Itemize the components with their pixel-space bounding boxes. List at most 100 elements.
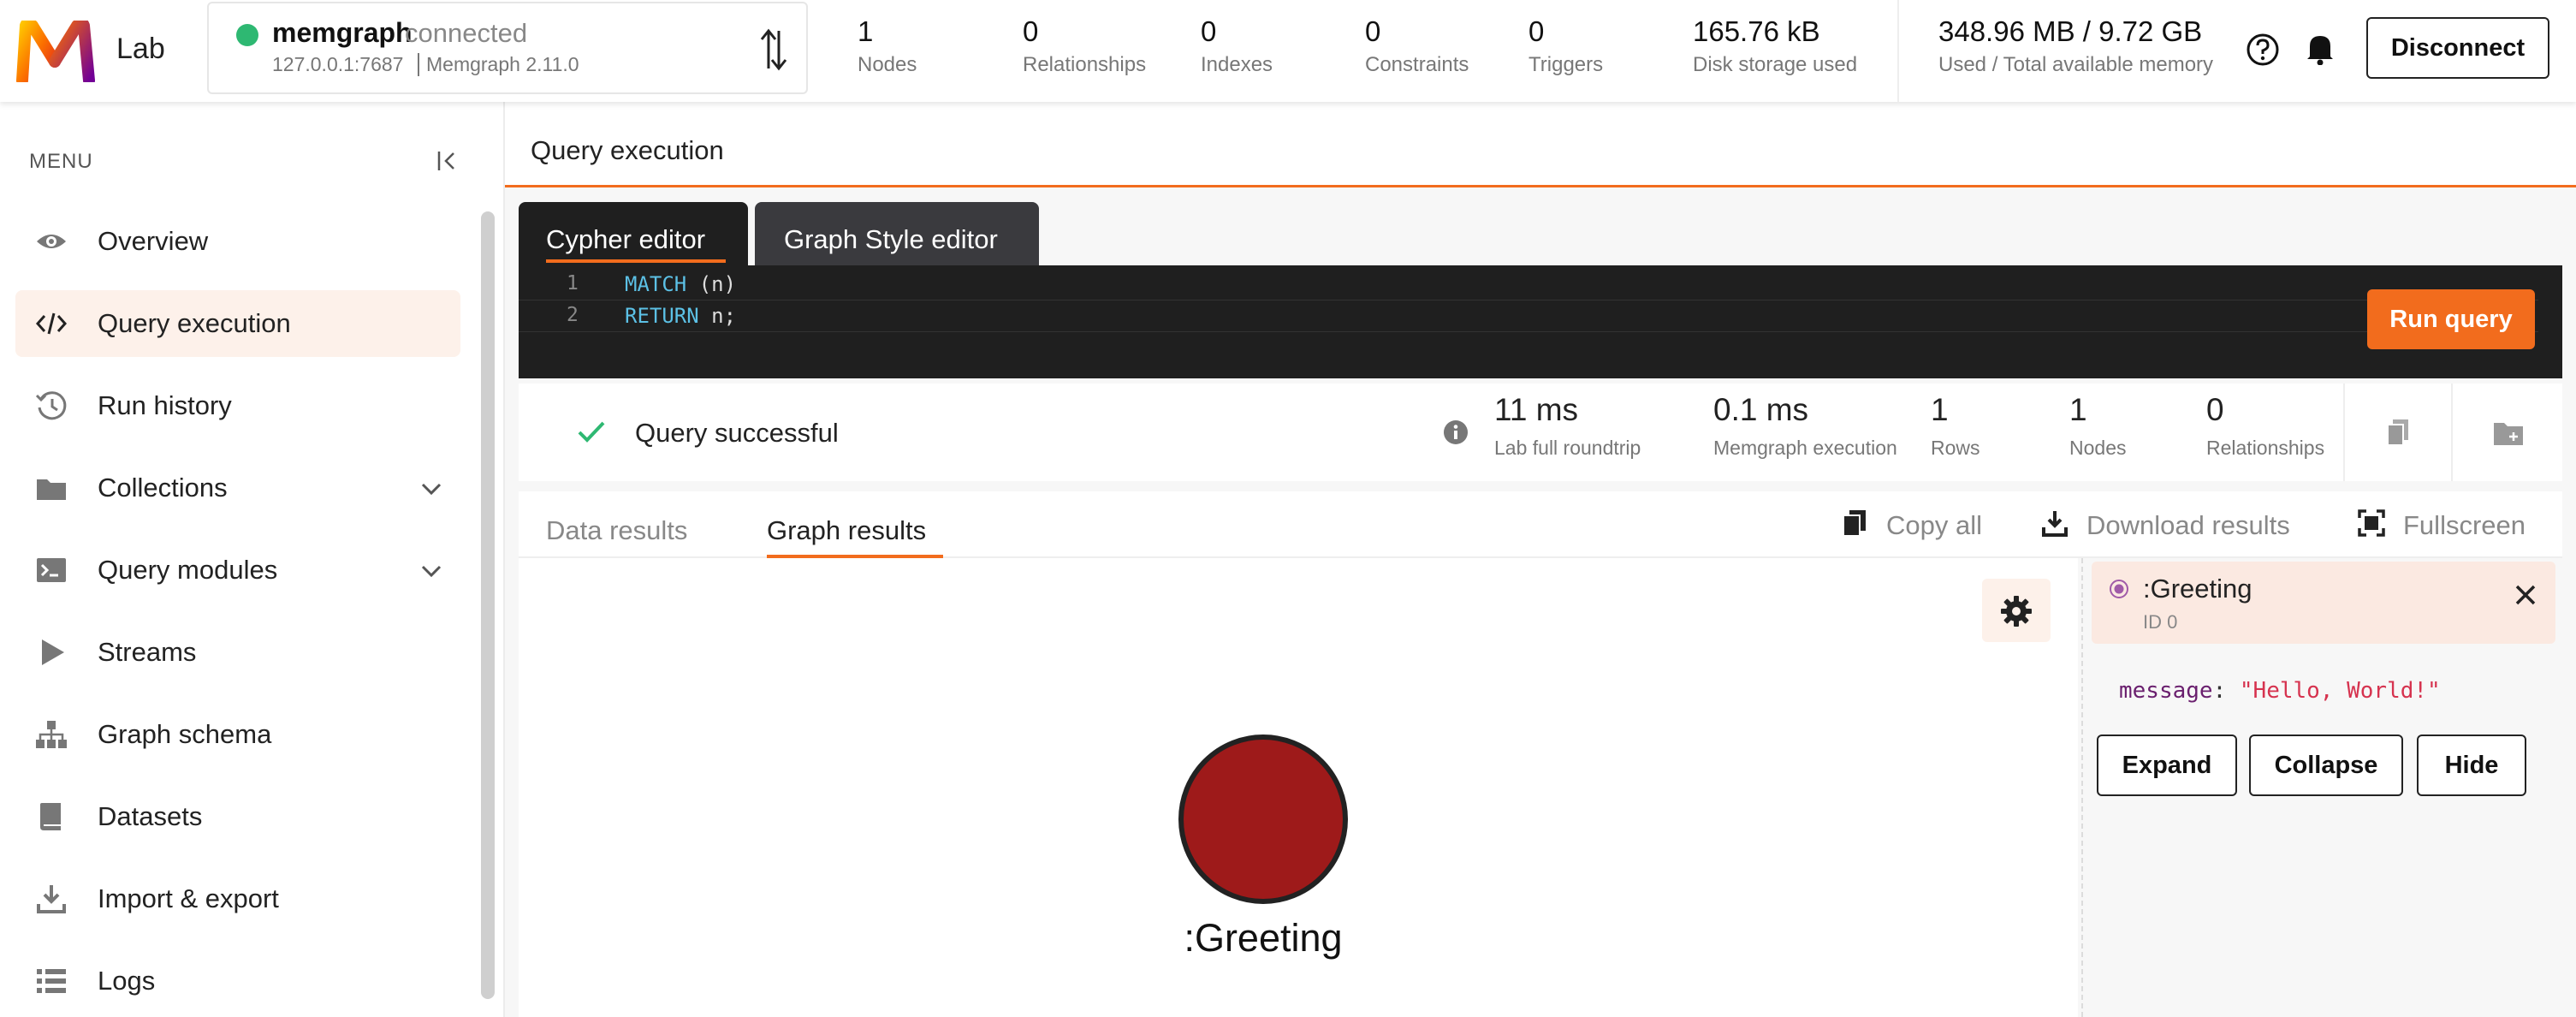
disconnect-button[interactable]: Disconnect [2366,17,2549,79]
sidebar-item-graph-schema[interactable]: Graph schema [15,701,460,768]
stat-disk-storage: 165.76 kB Disk storage used [1693,15,1857,77]
stat-label: Constraints [1365,53,1469,76]
eye-icon [37,235,66,248]
code-text: MATCH (n) [625,272,736,296]
metric-value: 1 [1931,392,1949,427]
line-number: 1 [567,272,579,294]
schema-icon [36,721,67,748]
terminal-icon [37,558,66,582]
copy-icon[interactable] [2386,418,2410,447]
tab-graph-style-editor[interactable]: Graph Style editor [755,202,1039,265]
list-icon [37,969,66,993]
chevron-down-icon[interactable] [419,559,443,583]
stat-relationships: 0 Relationships [1023,15,1146,77]
sidebar-item-streams[interactable]: Streams [15,619,460,686]
line-number: 2 [567,304,579,326]
stat-label: Indexes [1201,53,1273,76]
results-header: Data results Graph results Copy all Down… [519,491,2562,559]
sidebar-item-overview[interactable]: Overview [15,208,460,275]
stat-value: 0 [1023,15,1039,47]
hide-button[interactable]: Hide [2417,734,2526,796]
stat-value: 0 [1365,15,1381,47]
metric-nodes: 1 Nodes [2069,392,2126,460]
node-id: ID 0 [2143,611,2178,633]
history-icon [35,391,67,420]
save-to-collection-icon[interactable] [2492,419,2525,447]
metric-value: 0 [2206,392,2224,427]
collapse-sidebar-icon[interactable] [435,148,460,174]
cypher-editor[interactable]: 1 MATCH (n) 2 RETURN n; [519,265,2562,378]
code-rest: n; [698,304,737,328]
sidebar-item-datasets[interactable]: Datasets [15,783,460,850]
stat-label: Triggers [1528,53,1604,76]
metric-value: 11 ms [1494,392,1579,427]
divider [2451,384,2453,481]
close-icon[interactable] [2513,582,2538,608]
metric-value: 0.1 ms [1713,392,1809,427]
node-label-icon [2110,580,2128,598]
node-details-header: :Greeting ID 0 [2092,562,2555,644]
sidebar-item-label: Graph schema [98,719,272,749]
stat-label: Disk storage used [1693,53,1858,76]
connection-status-dot [236,24,258,46]
gear-icon [2001,596,2032,627]
sidebar-item-run-history[interactable]: Run history [15,372,460,439]
sidebar-item-label: Query modules [98,555,278,585]
metric-lab-roundtrip: 11 ms Lab full roundtrip [1494,392,1641,460]
tab-label: Graph results [767,515,927,545]
chevron-down-icon[interactable] [419,477,443,501]
sidebar-item-collections[interactable]: Collections [15,455,460,521]
bell-icon[interactable] [2305,31,2336,65]
tab-graph-results[interactable]: Graph results [767,515,943,559]
check-icon [578,421,605,443]
tab-label: Graph Style editor [784,224,998,254]
tab-data-results[interactable]: Data results [546,515,687,546]
folder-icon [37,479,66,500]
graph-settings-button[interactable] [1982,579,2051,642]
connection-info[interactable]: memgraph connected 127.0.0.1:7687 Memgra… [207,2,808,94]
sidebar-item-import-export[interactable]: Import & export [15,865,460,932]
code-rest: (n) [686,272,737,296]
metric-label: Nodes [2069,437,2127,459]
sidebar-scrollbar[interactable] [481,211,495,999]
top-bar: Lab memgraph connected 127.0.0.1:7687 Me… [0,0,2576,102]
menu-title: MENU [29,150,93,173]
connection-version: Memgraph 2.11.0 [418,53,579,76]
expand-button[interactable]: Expand [2097,734,2237,796]
info-icon[interactable] [1443,419,1469,445]
sidebar-item-query-execution[interactable]: Query execution [15,290,460,357]
sidebar-item-label: Streams [98,637,197,667]
graph-node[interactable] [1178,734,1348,904]
query-status-text: Query successful [635,418,839,448]
sidebar-item-label: Import & export [98,883,279,913]
node-property: message: "Hello, World!" [2119,678,2441,704]
stat-triggers: 0 Triggers [1528,15,1603,77]
code-line: 2 RETURN n; [519,300,2538,332]
sidebar-item-query-modules[interactable]: Query modules [15,537,460,604]
stat-value: 165.76 kB [1693,15,1820,47]
sidebar-item-label: Logs [98,966,156,996]
tab-cypher-editor[interactable]: Cypher editor [519,202,748,265]
book-icon [40,803,61,830]
sidebar-item-label: Run history [98,390,232,420]
sidebar-item-label: Query execution [98,308,291,338]
title-underline [505,185,2576,187]
sidebar-item-logs[interactable]: Logs [15,948,460,1014]
metric-relationships: 0 Relationships [2206,392,2324,460]
node-details-title: :Greeting [2143,574,2253,604]
code-text: RETURN n; [625,304,736,328]
stat-indexes: 0 Indexes [1201,15,1273,77]
run-query-button[interactable]: Run query [2367,289,2535,349]
metric-label: Relationships [2206,437,2325,459]
code-icon [35,312,68,335]
tab-label: Cypher editor [546,224,706,254]
swap-vertical-icon[interactable] [757,26,791,74]
query-status-bar: Query successful 11 ms Lab full roundtri… [519,384,2562,481]
sidebar-item-label: Datasets [98,801,203,831]
action-label: Fullscreen [2403,510,2526,540]
property-value: "Hello, World!" [2239,678,2441,704]
collapse-button[interactable]: Collapse [2249,734,2403,796]
stat-constraints: 0 Constraints [1365,15,1469,77]
stat-value: 0 [1528,15,1545,47]
help-icon[interactable] [2246,33,2280,67]
